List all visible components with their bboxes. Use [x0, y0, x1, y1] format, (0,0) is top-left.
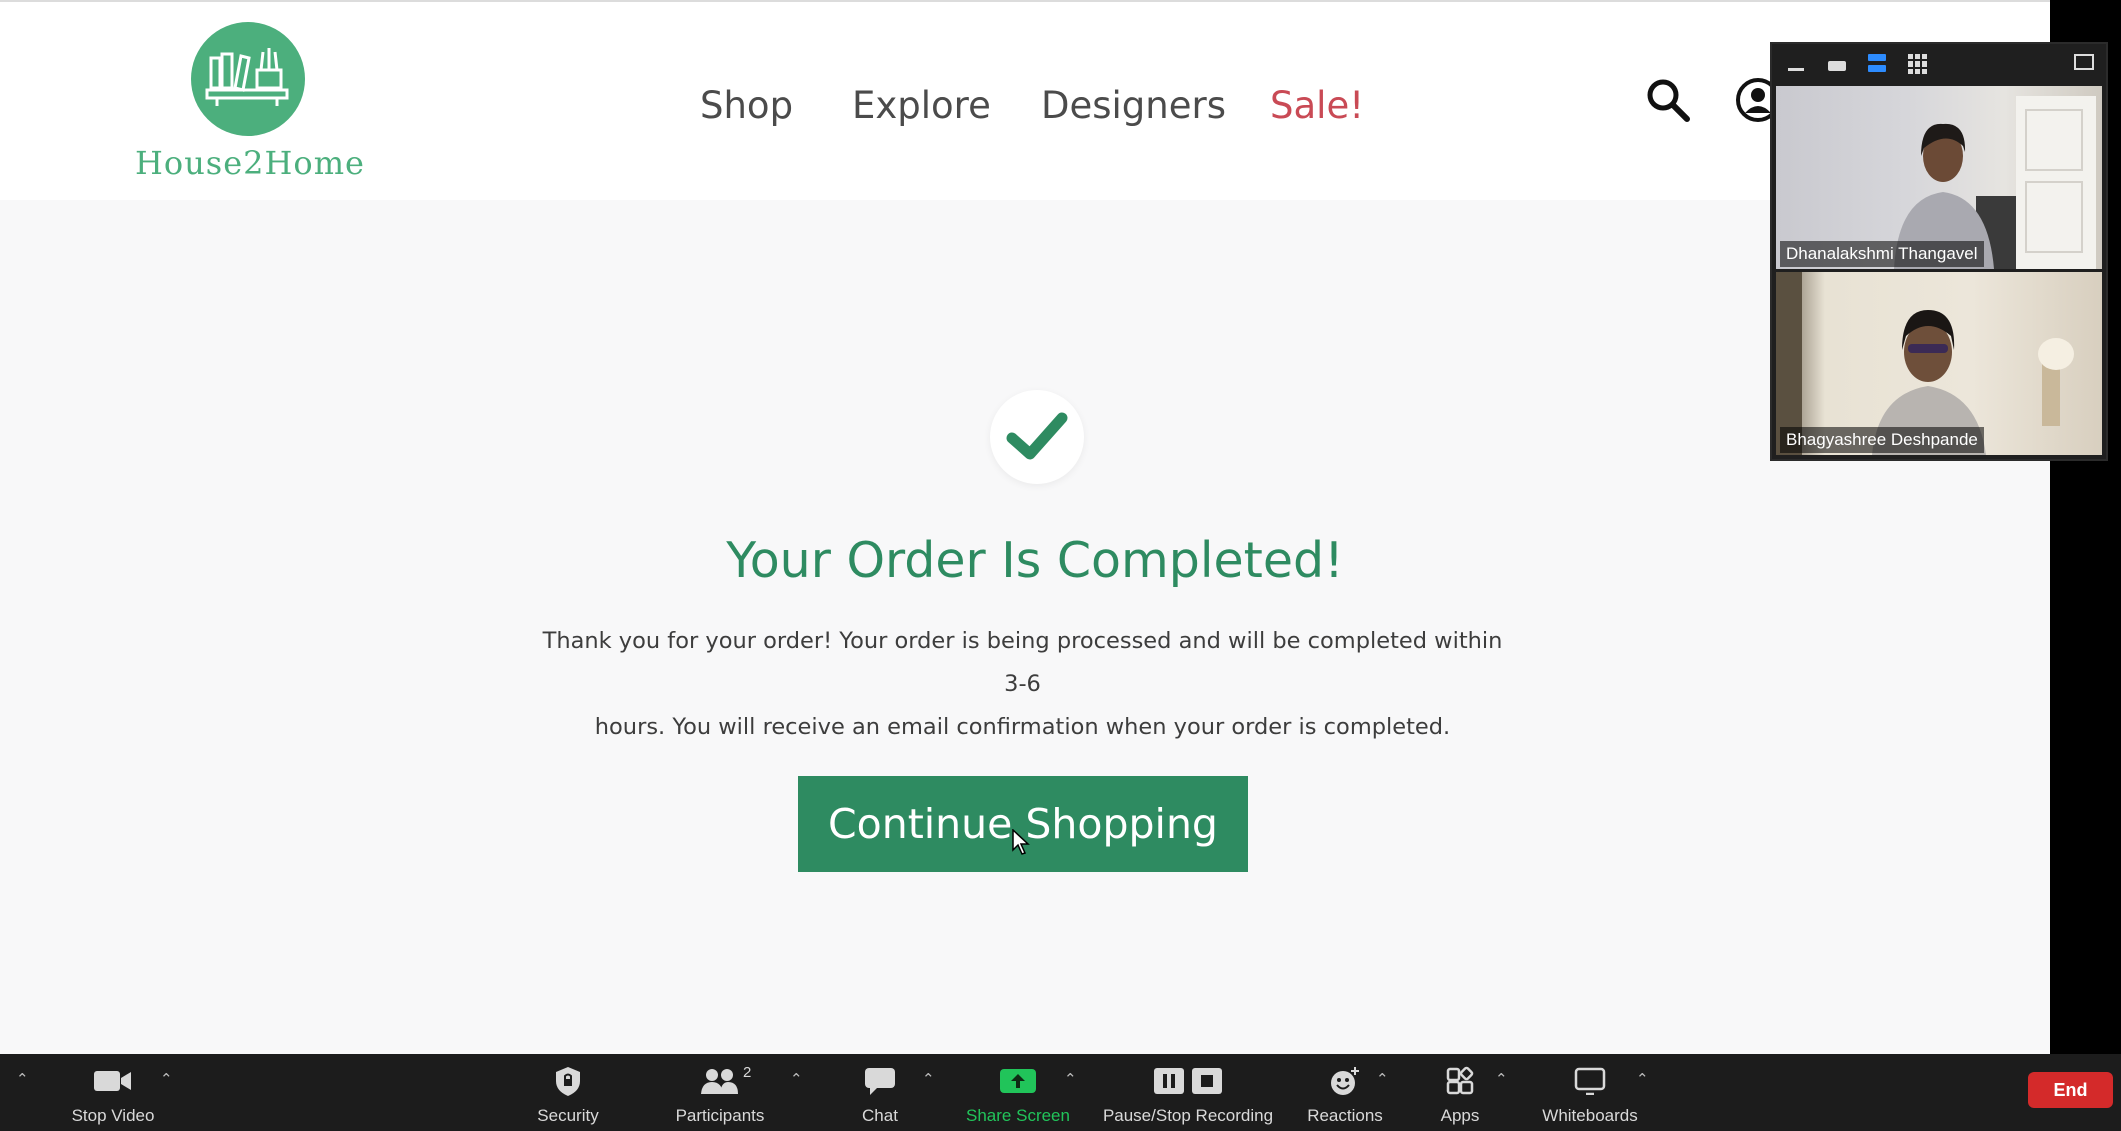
reactions-label: Reactions	[1307, 1106, 1383, 1125]
participants-label: Participants	[675, 1106, 765, 1125]
share-screen-label: Share Screen	[966, 1106, 1070, 1125]
apps-button[interactable]: Apps	[1420, 1062, 1500, 1126]
order-complete-message: Thank you for your order! Your order is …	[530, 620, 1515, 749]
whiteboards-label: Whiteboards	[1542, 1106, 1638, 1125]
participants-count: 2	[743, 1064, 752, 1081]
nav-explore[interactable]: Explore	[852, 84, 991, 127]
message-line-2: hours. You will receive an email confirm…	[594, 714, 1451, 740]
minimize-icon[interactable]	[1788, 68, 1804, 71]
video-panel[interactable]: Dhanalakshmi Thangavel Bhagyashree Deshp…	[1770, 42, 2108, 461]
recording-label: Pause/Stop Recording	[1102, 1106, 1274, 1125]
participant-tile[interactable]: Bhagyashree Deshpande	[1776, 272, 2102, 455]
apps-label: Apps	[1440, 1106, 1480, 1125]
participants-icon: 2	[660, 1062, 780, 1100]
search-icon[interactable]	[1644, 76, 1692, 124]
chat-button[interactable]: Chat	[850, 1062, 910, 1126]
participant-tile[interactable]: Dhanalakshmi Thangavel	[1776, 86, 2102, 269]
whiteboards-button[interactable]: Whiteboards	[1530, 1062, 1650, 1126]
speaker-view-icon[interactable]	[1868, 54, 1886, 72]
stop-video-label: Stop Video	[71, 1106, 155, 1125]
security-label: Security	[537, 1106, 599, 1125]
nav-sale[interactable]: Sale!	[1270, 84, 1364, 127]
recording-controls-icon	[1098, 1062, 1278, 1100]
order-complete-title: Your Order Is Completed!	[726, 532, 1344, 589]
share-screen-button[interactable]: Share Screen	[958, 1062, 1078, 1126]
share-options-caret[interactable]: ⌃	[1064, 1070, 1077, 1088]
pop-out-icon[interactable]	[2074, 54, 2094, 70]
chat-options-caret[interactable]: ⌃	[922, 1070, 935, 1088]
gallery-view-icon[interactable]	[1908, 54, 1928, 74]
meeting-toolbar: ⌃ Stop Video ⌃ Security 2 Participants ⌃…	[0, 1054, 2121, 1131]
participant-name: Dhanalakshmi Thangavel	[1780, 241, 1984, 267]
whiteboard-icon	[1530, 1062, 1650, 1100]
nav-shop[interactable]: Shop	[700, 84, 793, 127]
chat-bubble-icon	[850, 1062, 910, 1100]
participants-options-caret[interactable]: ⌃	[790, 1070, 803, 1088]
stop-video-button[interactable]: Stop Video	[48, 1062, 178, 1126]
video-panel-toolbar	[1772, 44, 2106, 84]
apps-icon	[1420, 1062, 1500, 1100]
message-line-1: Thank you for your order! Your order is …	[542, 628, 1503, 697]
brand-name[interactable]: House2Home	[120, 144, 380, 182]
shield-icon	[518, 1062, 618, 1100]
chat-label: Chat	[862, 1106, 898, 1125]
mouse-cursor-icon	[1012, 828, 1030, 860]
video-options-caret[interactable]: ⌃	[160, 1070, 173, 1088]
nav-designers[interactable]: Designers	[1041, 84, 1226, 127]
reactions-options-caret[interactable]: ⌃	[1376, 1070, 1389, 1088]
success-check-icon	[990, 390, 1084, 484]
browser-page: House2Home Shop Explore Designers Sale! …	[0, 0, 2050, 1054]
share-screen-icon	[958, 1062, 1078, 1100]
pause-stop-recording-button[interactable]: Pause/Stop Recording	[1098, 1062, 1278, 1126]
whiteboards-options-caret[interactable]: ⌃	[1636, 1070, 1649, 1088]
single-view-icon[interactable]	[1828, 61, 1846, 71]
apps-options-caret[interactable]: ⌃	[1495, 1070, 1508, 1088]
security-button[interactable]: Security	[518, 1062, 618, 1126]
audio-options-caret[interactable]: ⌃	[16, 1070, 29, 1088]
end-meeting-button[interactable]: End	[2028, 1072, 2113, 1108]
logo-icon[interactable]	[191, 22, 305, 136]
site-header: House2Home Shop Explore Designers Sale!	[0, 2, 2050, 200]
participants-button[interactable]: 2 Participants	[660, 1062, 780, 1126]
video-camera-icon	[48, 1062, 178, 1100]
participant-name: Bhagyashree Deshpande	[1780, 427, 1984, 453]
